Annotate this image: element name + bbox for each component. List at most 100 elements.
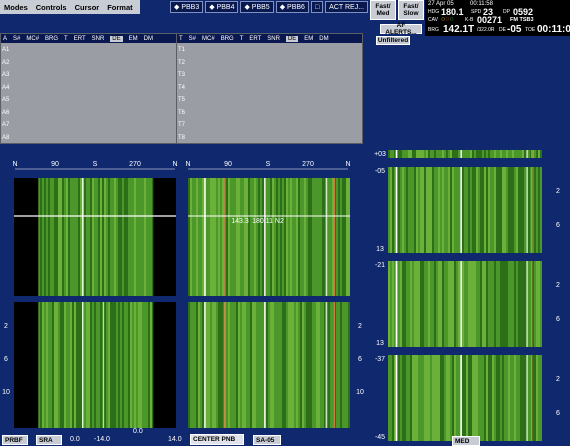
waterfall-texture (462, 355, 464, 441)
menu-format[interactable]: Format (103, 3, 136, 12)
waterfall-texture (420, 150, 422, 158)
waterfall-texture (128, 178, 130, 296)
pbb6-button[interactable]: ◆ PBB6 (275, 1, 309, 13)
waterfall-texture (42, 178, 44, 296)
column-header[interactable]: SNR (92, 36, 105, 42)
waterfall-texture (312, 178, 314, 296)
trace-line (204, 302, 206, 428)
waterfall-texture (340, 178, 342, 296)
med-select[interactable]: MED (452, 436, 480, 446)
table-row[interactable]: A6 (2, 110, 9, 116)
table-row[interactable]: A2 (2, 60, 9, 66)
waterfall-texture (428, 167, 430, 253)
table-row[interactable]: T3 (178, 72, 185, 78)
waterfall-texture (206, 178, 208, 296)
column-header[interactable]: T (240, 36, 244, 42)
column-header[interactable]: S# (13, 36, 20, 42)
column-header[interactable]: T (179, 36, 183, 42)
column-header[interactable]: DE (285, 35, 299, 42)
waterfall-texture (54, 178, 56, 296)
table-row[interactable]: T1 (178, 47, 185, 53)
toggle-icon[interactable]: □ (310, 1, 324, 13)
waterfall-texture (402, 355, 404, 441)
column-header[interactable]: S# (189, 36, 196, 42)
waterfall-texture (296, 302, 298, 428)
center-pnb-button[interactable]: CENTER PNB (190, 434, 244, 445)
column-header[interactable]: DM (144, 36, 153, 42)
waterfall-texture (480, 261, 482, 347)
waterfall-texture (78, 302, 80, 428)
waterfall-texture (408, 261, 410, 347)
waterfall-texture (282, 302, 284, 428)
table-row[interactable]: A3 (2, 72, 9, 78)
pbb4-button[interactable]: ◆ PBB4 (205, 1, 239, 13)
waterfall-texture (422, 167, 424, 253)
waterfall-texture (500, 261, 502, 347)
table-row[interactable]: A1 (2, 47, 9, 53)
af-alerts-button[interactable]: AF ALERTS... (380, 22, 422, 36)
waterfall-texture (510, 355, 512, 441)
waterfall-texture (136, 302, 138, 428)
column-header[interactable]: ERT (74, 36, 86, 42)
table-row[interactable]: T5 (178, 97, 185, 103)
trace-line (395, 261, 398, 347)
table-row[interactable]: T7 (178, 122, 185, 128)
prbf-select[interactable]: PRBF (2, 435, 28, 445)
waterfall-texture (400, 261, 402, 347)
waterfall-texture (232, 178, 234, 296)
waterfall-texture (388, 150, 390, 158)
waterfall-texture (414, 261, 416, 347)
menu-modes[interactable]: Modes (0, 3, 32, 12)
table-row[interactable]: A7 (2, 122, 9, 128)
waterfall-texture (344, 302, 346, 428)
menu-cursor[interactable]: Cursor (71, 3, 104, 12)
column-header[interactable]: T (64, 36, 68, 42)
hdg-label: HDG (428, 9, 440, 15)
column-header[interactable]: ERT (249, 36, 261, 42)
column-header[interactable]: MC# (202, 36, 215, 42)
trace-line (223, 178, 225, 296)
column-header[interactable]: DM (319, 36, 328, 42)
pbb5-button[interactable]: ◆ PBB5 (240, 1, 274, 13)
waterfall-texture (48, 302, 50, 428)
table-row[interactable]: T4 (178, 85, 185, 91)
waterfall-texture (216, 302, 218, 428)
waterfall-texture (476, 150, 478, 158)
table-row[interactable]: T6 (178, 110, 185, 116)
column-header[interactable]: BRG (45, 36, 58, 42)
table-row[interactable]: A5 (2, 97, 9, 103)
sra-select[interactable]: SRA (36, 435, 62, 445)
waterfall-texture (468, 355, 470, 441)
fast-med-button[interactable]: Fast/ Med (370, 0, 396, 20)
center-bearing-axis-label: 270 (302, 161, 314, 168)
column-header[interactable]: A (3, 36, 7, 42)
pbb3-button[interactable]: ◆ PBB3 (170, 1, 204, 13)
waterfall-texture (346, 302, 348, 428)
waterfall-texture (196, 178, 198, 296)
menu-bar: Modes Controls Cursor Format (0, 0, 140, 14)
table-row[interactable]: T2 (178, 60, 185, 66)
waterfall-texture (210, 178, 212, 296)
waterfall-texture (388, 167, 390, 253)
waterfall-texture (540, 150, 542, 158)
column-header[interactable]: MC# (26, 36, 39, 42)
column-header[interactable]: EM (304, 36, 313, 42)
column-header[interactable]: BRG (221, 36, 234, 42)
column-header[interactable]: DE (110, 35, 123, 42)
waterfall-texture (336, 302, 338, 428)
waterfall-texture (342, 302, 344, 428)
waterfall-texture (520, 355, 522, 441)
column-header[interactable]: SNR (267, 36, 280, 42)
table-row[interactable]: A4 (2, 85, 9, 91)
waterfall-texture (512, 167, 514, 253)
unfiltered-select[interactable]: Unfiltered (376, 36, 410, 45)
menu-controls[interactable]: Controls (32, 3, 71, 12)
table-row[interactable]: T8 (178, 135, 185, 141)
sa-05-select[interactable]: SA-05 (253, 435, 281, 445)
fast-slow-button[interactable]: Fast/ Slow (398, 0, 424, 20)
waterfall-texture (330, 178, 332, 296)
table-row[interactable]: A8 (2, 135, 9, 141)
act-rej-button[interactable]: ACT REJ... (325, 1, 369, 13)
column-header[interactable]: EM (129, 36, 138, 42)
waterfall-texture (522, 261, 524, 347)
